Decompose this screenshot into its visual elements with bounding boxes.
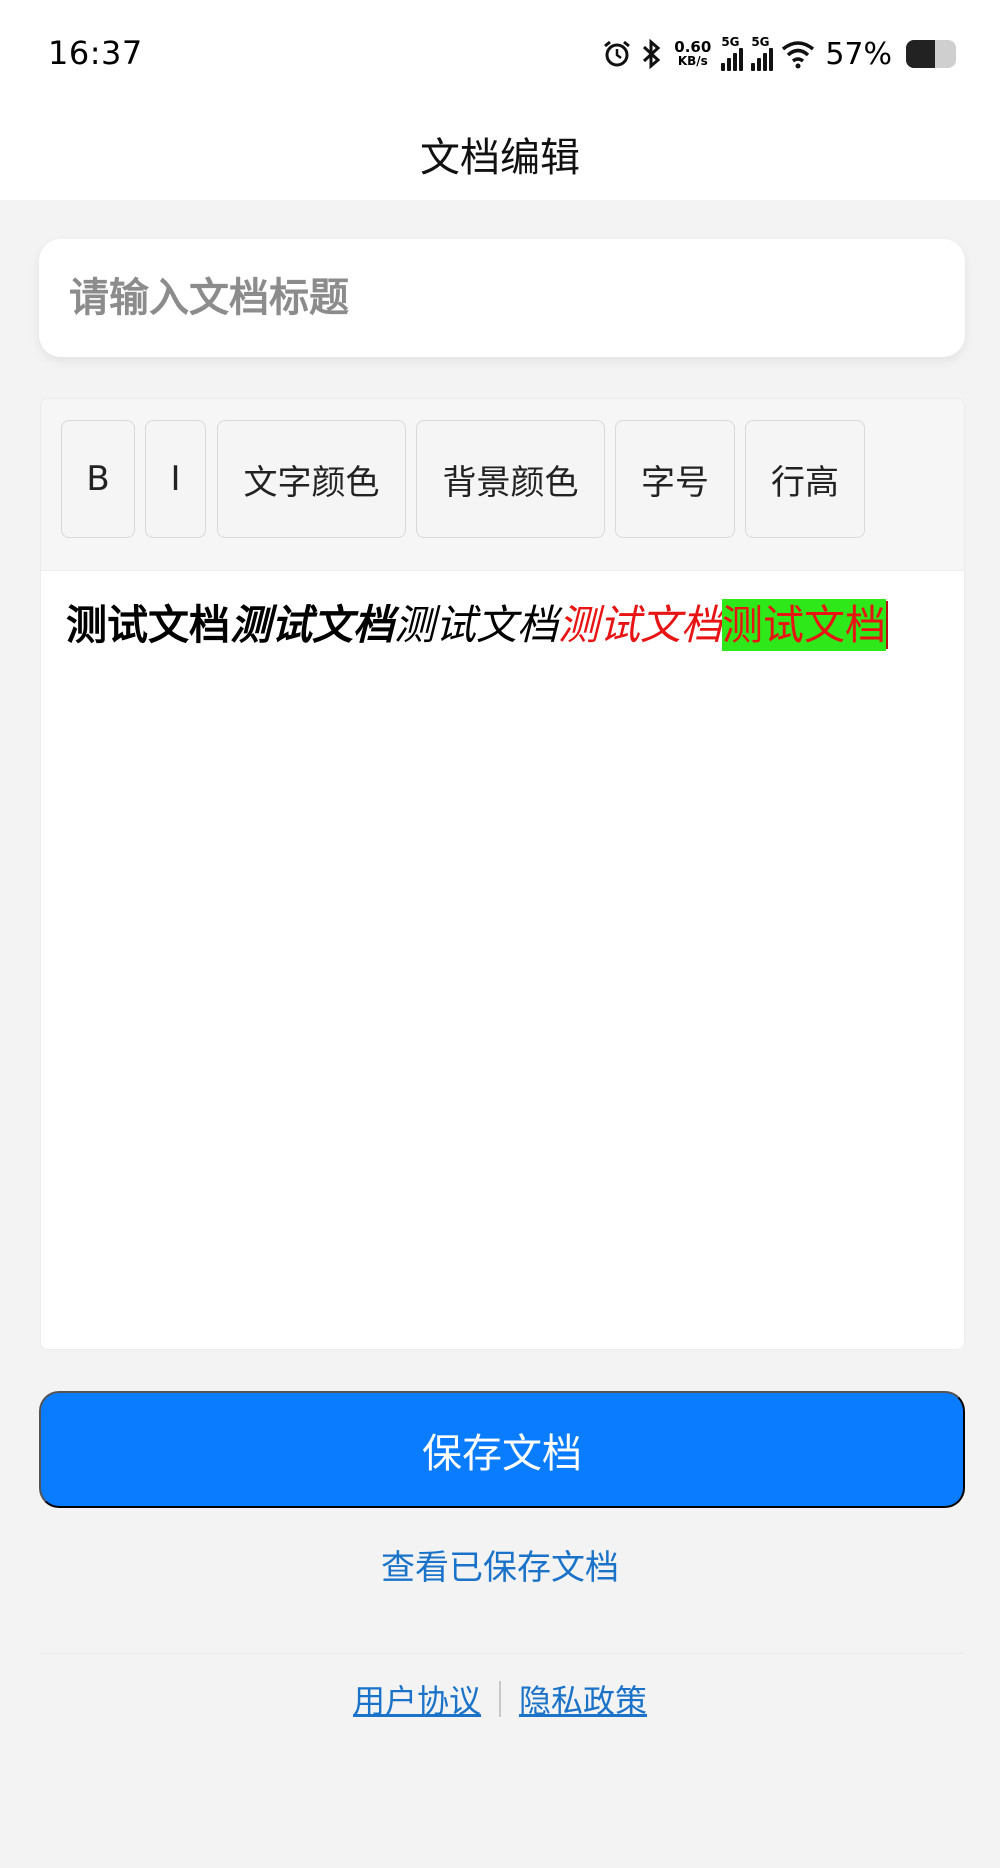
italic-button[interactable]: I bbox=[145, 420, 206, 538]
user-agreement-link[interactable]: 用户协议 bbox=[353, 1676, 481, 1722]
view-saved-documents-link[interactable]: 查看已保存文档 bbox=[0, 1540, 1000, 1589]
status-icons: 0.60 KB/s 5G 5G 57% bbox=[602, 32, 956, 76]
status-bar: 16:37 0.60 KB/s 5G 5G 57% bbox=[0, 0, 1000, 108]
battery-percent: 57% bbox=[825, 36, 892, 72]
text-segment-green-background: 测试文档 bbox=[722, 599, 886, 651]
rich-text-editor: B I 文字颜色 背景颜色 字号 行高 测试文档测试文档测试文档测试文档测试文档 bbox=[40, 398, 965, 1350]
net-speed-unit: KB/s bbox=[677, 54, 708, 68]
text-segment-italic: 测试文档 bbox=[394, 601, 558, 649]
app-header: 文档编辑 bbox=[0, 108, 1000, 200]
privacy-policy-link[interactable]: 隐私政策 bbox=[519, 1676, 647, 1722]
text-segment-bold: 测试文档 bbox=[66, 601, 230, 649]
divider bbox=[40, 1653, 965, 1654]
bluetooth-icon bbox=[640, 38, 664, 70]
editor-content[interactable]: 测试文档测试文档测试文档测试文档测试文档 bbox=[66, 599, 944, 651]
alarm-icon bbox=[602, 39, 632, 69]
text-color-button[interactable]: 文字颜色 bbox=[217, 420, 406, 538]
text-segment-bold-italic: 测试文档 bbox=[230, 601, 394, 649]
save-document-button[interactable]: 保存文档 bbox=[39, 1391, 965, 1508]
line-height-button[interactable]: 行高 bbox=[745, 420, 865, 538]
background-color-button[interactable]: 背景颜色 bbox=[416, 420, 605, 538]
net-speed-value: 0.60 bbox=[674, 38, 712, 56]
signal-label: 5G bbox=[751, 35, 770, 49]
page-title: 文档编辑 bbox=[420, 135, 580, 181]
battery-icon bbox=[906, 40, 956, 68]
footer-separator bbox=[499, 1681, 501, 1717]
cellular-signal-icon: 5G bbox=[751, 35, 774, 71]
title-input-card bbox=[39, 239, 965, 357]
wifi-icon bbox=[781, 39, 815, 69]
bold-button[interactable]: B bbox=[61, 420, 135, 538]
text-segment-red: 测试文档 bbox=[558, 601, 722, 649]
signal-label: 5G bbox=[721, 35, 740, 49]
status-time: 16:37 bbox=[48, 34, 143, 72]
editor-toolbar: B I 文字颜色 背景颜色 字号 行高 bbox=[41, 399, 964, 571]
footer-links: 用户协议 隐私政策 bbox=[0, 1676, 1000, 1722]
text-caret bbox=[886, 601, 888, 649]
net-speed: 0.60 KB/s bbox=[674, 40, 711, 68]
cellular-signal-icon: 5G bbox=[721, 35, 744, 71]
document-title-input[interactable] bbox=[39, 239, 965, 357]
font-size-button[interactable]: 字号 bbox=[615, 420, 735, 538]
